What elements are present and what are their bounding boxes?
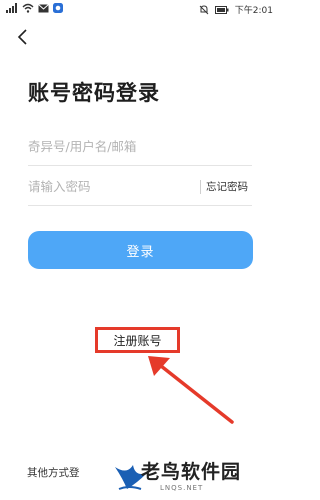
password-field: 忘记密码 (28, 171, 252, 206)
mute-icon (199, 4, 209, 14)
watermark: 老鸟软件园 LNQS.NET (113, 455, 273, 497)
page-title: 账号密码登录 (28, 81, 160, 105)
watermark-brand: 老鸟软件园 (141, 461, 242, 483)
status-time: 下午2:01 (234, 6, 273, 16)
status-bar: 下午2:01 (0, 0, 281, 20)
wifi-icon (22, 3, 34, 13)
other-login-methods[interactable]: 其他方式登 (27, 465, 80, 480)
signal-icon (6, 3, 17, 13)
username-input[interactable] (28, 131, 198, 161)
mail-icon (38, 3, 49, 12)
annotation-arrow-icon (148, 356, 234, 424)
app-notification-icon (53, 3, 63, 13)
login-button[interactable]: 登录 (28, 231, 253, 269)
register-account-link[interactable]: 注册账号 (113, 332, 161, 349)
battery-icon (214, 5, 229, 14)
password-input[interactable] (28, 171, 198, 201)
status-icons-left (6, 3, 63, 13)
chevron-left-icon (17, 29, 27, 45)
field-divider (200, 180, 201, 194)
status-icons-right: 下午2:01 (199, 3, 273, 16)
back-button[interactable] (12, 26, 34, 48)
watermark-domain: LNQS.NET (160, 484, 204, 492)
forgot-password-link[interactable]: 忘记密码 (206, 179, 248, 194)
username-field (28, 131, 252, 166)
login-button-label: 登录 (126, 244, 155, 260)
